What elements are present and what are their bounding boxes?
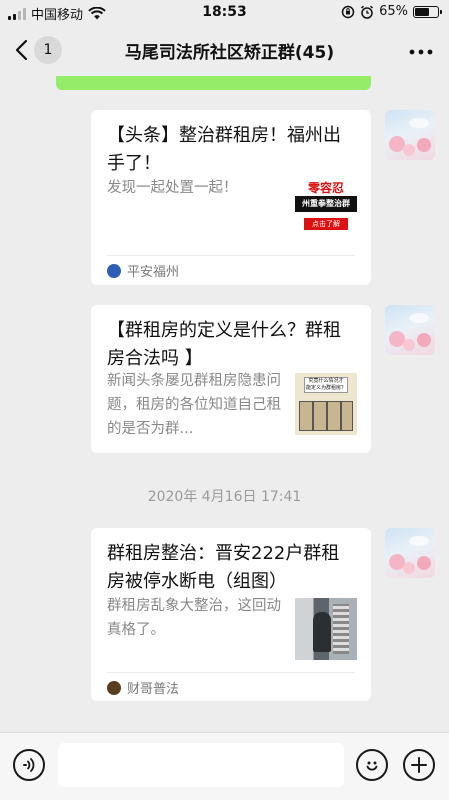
orientation-lock-icon [341,5,355,18]
source-name: 财哥普法 [127,682,180,697]
thumb-caption-line: 究竟什么情况才 [308,378,344,384]
unread-count-badge: 1 [34,36,62,64]
emoji-icon [366,761,378,771]
status-right: 65% [341,4,442,19]
thumb-button: 点击了解 [304,218,348,230]
article-description: 新闻头条屡见群租房隐患问题，租房的各位知道自己租的是否为群... [107,373,281,437]
article-description: 群租房乱象大整治，这回动真格了。 [107,598,281,638]
article-thumbnail [295,598,357,660]
avatar[interactable] [385,528,435,578]
card-divider [107,255,355,256]
battery-fill [415,7,430,16]
plus-icon [411,757,427,773]
nav-bar: 1 马尾司法所社区矫正群(45) [0,26,449,76]
thumb-illustration [299,401,353,431]
article-title: 【头条】整治群租房！福州出手了！ [107,125,341,174]
source-logo-icon [107,263,121,278]
thumb-subtitle: 州重拳整治群 [295,196,357,212]
message-input[interactable] [58,743,344,787]
article-source: 财哥普法 [107,678,179,697]
voice-button[interactable] [13,749,45,781]
article-card[interactable]: 【头条】整治群租房！福州出手了！ 发现一起处置一起！ 零容忍 州重拳整治群 点击… [91,110,371,285]
more-dots-icon [409,49,433,55]
article-title: 群租房整治：晋安222户群租房被停水断电（组图） [107,543,340,592]
battery-percent: 65% [379,4,408,19]
message-timestamp: 2020年 4月16日 17:41 [147,489,302,505]
article-thumbnail: 零容忍 州重拳整治群 点击了解 [295,180,357,242]
battery-icon [413,5,442,18]
article-card[interactable]: 群租房整治：晋安222户群租房被停水断电（组图） 群租房乱象大整治，这回动真格了… [91,528,371,701]
previous-message-bubble[interactable] [56,76,371,90]
source-name: 平安福州 [127,265,180,280]
voice-icon [23,758,35,772]
thumb-caption: 究竟什么情况才 能定义为群租房？ [304,377,348,393]
input-bar [0,732,449,800]
chat-title: 马尾司法所社区矫正群(45) [124,43,335,63]
avatar[interactable] [385,305,435,355]
article-thumbnail: 究竟什么情况才 能定义为群租房？ [295,373,357,435]
article-description: 发现一起处置一起！ [107,180,238,196]
status-bar: 中国移动 18:53 65% [0,0,449,26]
article-title: 【群租房的定义是什么？群租房合法吗 】 [107,320,341,369]
chevron-left-icon [15,39,28,61]
thumb-caption-line: 能定义为群租房？ [305,385,346,391]
add-button[interactable] [403,749,435,781]
card-divider [107,672,355,673]
more-button[interactable] [409,36,433,61]
source-logo-icon [107,680,121,695]
article-card[interactable]: 【群租房的定义是什么？群租房合法吗 】 新闻头条屡见群租房隐患问题，租房的各位知… [91,305,371,453]
back-button[interactable]: 1 [14,36,62,64]
thumb-headline: 零容忍 [295,180,357,196]
emoji-button[interactable] [356,749,388,781]
article-source: 平安福州 [107,261,179,280]
alarm-icon [361,5,374,19]
avatar[interactable] [385,110,435,160]
